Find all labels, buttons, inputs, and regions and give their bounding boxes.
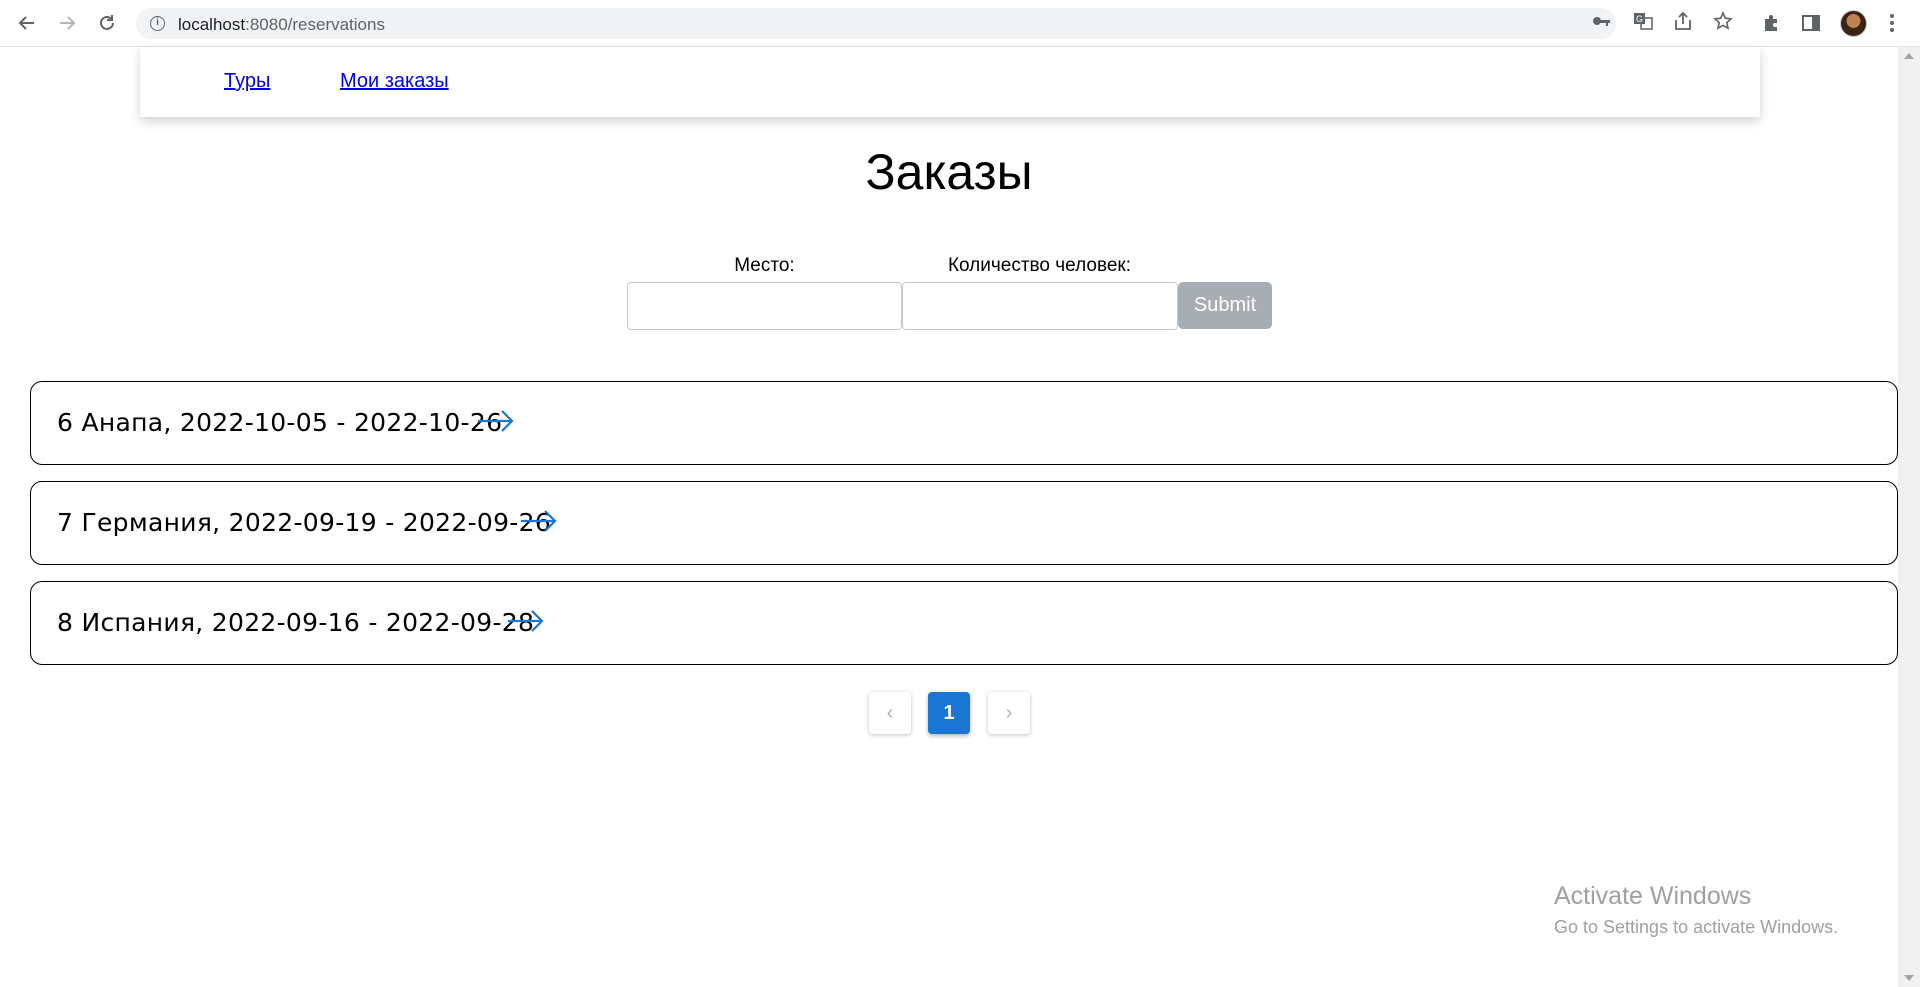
forward-icon[interactable] xyxy=(56,12,78,34)
pagination-prev-button[interactable]: ‹ xyxy=(869,692,911,734)
windows-activation-title: Activate Windows xyxy=(1554,882,1752,910)
windows-activation-subtitle: Go to Settings to activate Windows. xyxy=(1554,917,1839,937)
top-navigation: Туры Мои заказы xyxy=(140,47,1760,117)
menu-icon[interactable] xyxy=(1888,12,1896,34)
nav-my-orders-link[interactable]: Мои заказы xyxy=(340,70,449,93)
reservation-label: 8 Испания, 2022-09-16 - 2022-09-28 xyxy=(57,608,535,637)
browser-toolbar: i localhost:8080/reservations G xyxy=(0,0,1920,47)
page-content: Туры Мои заказы Заказы Место: Количество… xyxy=(0,47,1898,987)
reservation-card[interactable]: 8 Испания, 2022-09-16 - 2022-09-28 xyxy=(30,581,1898,665)
pagination-next-button[interactable]: › xyxy=(988,692,1030,734)
reservation-label: 7 Германия, 2022-09-19 - 2022-09-26 xyxy=(57,508,552,537)
url-text: localhost:8080/reservations xyxy=(178,15,385,35)
share-icon[interactable] xyxy=(1672,10,1694,32)
reservation-card[interactable]: 6 Анапа, 2022-10-05 - 2022-10-26 xyxy=(30,381,1898,465)
back-icon[interactable] xyxy=(16,12,38,34)
url-host: localhost xyxy=(178,15,246,34)
people-count-input[interactable] xyxy=(902,282,1178,330)
scroll-down-icon[interactable] xyxy=(1904,975,1914,981)
reservation-card[interactable]: 7 Германия, 2022-09-19 - 2022-09-26 xyxy=(30,481,1898,565)
star-icon[interactable] xyxy=(1712,10,1734,32)
extensions-icon[interactable] xyxy=(1760,12,1782,34)
page-title: Заказы xyxy=(865,144,1033,200)
address-bar[interactable]: i localhost:8080/reservations xyxy=(136,8,1616,39)
vertical-scrollbar[interactable] xyxy=(1898,47,1920,987)
info-icon[interactable]: i xyxy=(150,16,165,31)
avatar[interactable] xyxy=(1840,10,1867,37)
url-path: :8080/reservations xyxy=(245,15,385,34)
reservation-label: 6 Анапа, 2022-10-05 - 2022-10-26 xyxy=(57,408,503,437)
place-input[interactable] xyxy=(627,282,902,330)
reload-icon[interactable] xyxy=(96,12,118,34)
svg-text:G: G xyxy=(1636,14,1643,24)
translate-icon[interactable]: G xyxy=(1632,10,1654,32)
scroll-up-icon[interactable] xyxy=(1904,53,1914,59)
place-label: Место: xyxy=(734,255,795,276)
side-panel-icon[interactable] xyxy=(1800,12,1822,34)
nav-tours-link[interactable]: Туры xyxy=(224,70,270,93)
arrow-right-icon[interactable] xyxy=(507,609,545,633)
submit-button[interactable]: Submit xyxy=(1178,282,1272,329)
key-icon[interactable] xyxy=(1590,10,1612,32)
pagination-page-1[interactable]: 1 xyxy=(928,692,970,734)
people-count-label: Количество человек: xyxy=(947,255,1132,276)
arrow-right-icon[interactable] xyxy=(520,509,558,533)
arrow-right-icon[interactable] xyxy=(477,409,515,433)
